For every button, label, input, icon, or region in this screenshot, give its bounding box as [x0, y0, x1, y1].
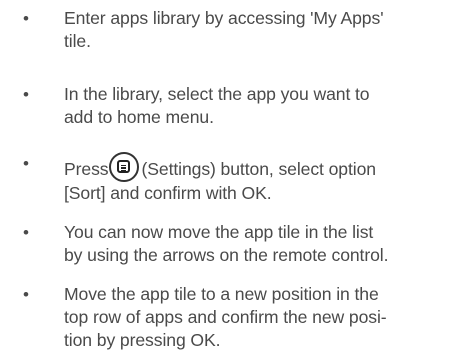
instruction-line: In the library, select the app you want …: [64, 84, 370, 104]
instruction-text: Press (Settings) button, select option [S…: [64, 152, 462, 205]
instruction-text: Enter apps library by accessing 'My Apps…: [64, 7, 462, 53]
instruction-line: You can now move the app tile in the lis…: [64, 222, 374, 242]
instruction-line: top row of apps and confirm the new posi…: [64, 307, 387, 327]
bullet: •: [23, 285, 29, 304]
instruction-line: tion by pressing OK.: [64, 330, 221, 350]
settings-button-icon: [109, 152, 140, 182]
instruction-line: Enter apps library by accessing 'My Apps…: [64, 8, 384, 28]
instruction-text: You can now move the app tile in the lis…: [64, 221, 462, 267]
press-word: Press: [64, 159, 109, 179]
instruction-text: Move the app tile to a new position in t…: [64, 283, 462, 352]
instruction-line: [Sort] and confirm with OK.: [64, 183, 272, 203]
instruction-line: by using the arrows on the remote contro…: [64, 245, 389, 265]
instruction-list: • Enter apps library by accessing 'My Ap…: [0, 0, 469, 356]
instruction-line: add to home menu.: [64, 107, 214, 127]
instruction-line: tile.: [64, 31, 91, 51]
instruction-line: Move the app tile to a new position in t…: [64, 284, 379, 304]
instruction-line: Press (Settings) button, select option: [64, 152, 462, 182]
settings-instruction: (Settings) button, select option: [141, 159, 376, 179]
bullet: •: [23, 223, 29, 242]
bullet: •: [23, 9, 29, 28]
bullet: •: [23, 154, 29, 173]
bullet: •: [23, 85, 29, 104]
instruction-text: In the library, select the app you want …: [64, 83, 462, 129]
